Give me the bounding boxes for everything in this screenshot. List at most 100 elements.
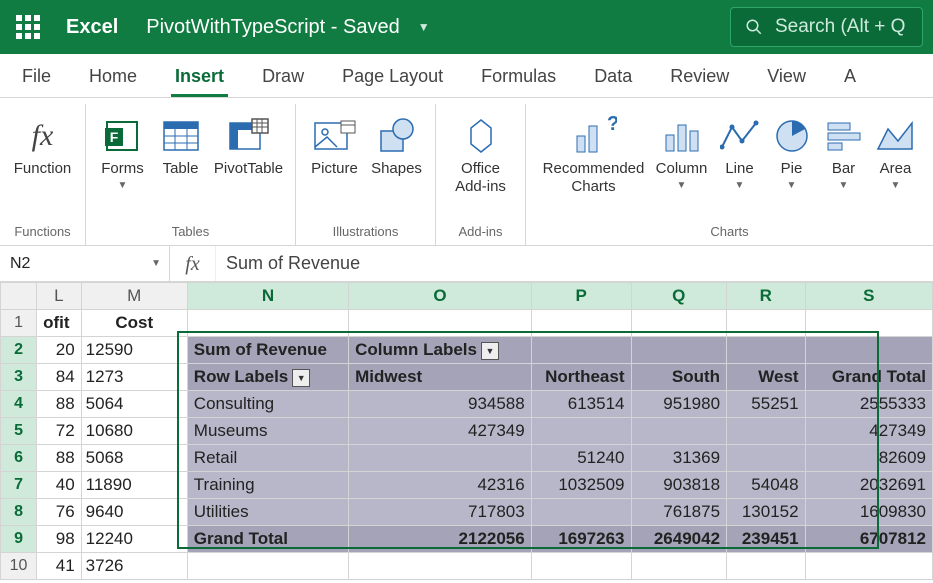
picture-button[interactable]: Picture (305, 110, 365, 180)
row-header[interactable]: 10 (1, 553, 37, 580)
pivot-value[interactable]: 130152 (727, 499, 806, 526)
tab-view[interactable]: View (763, 56, 810, 97)
cell[interactable]: 1273 (81, 364, 187, 391)
pivot-row-label[interactable]: Retail (187, 445, 348, 472)
pivot-row-label[interactable]: Utilities (187, 499, 348, 526)
col-header[interactable]: L (37, 283, 82, 310)
app-launcher-icon[interactable] (10, 9, 46, 45)
row-header[interactable]: 4 (1, 391, 37, 418)
pivot-value[interactable]: 1609830 (805, 499, 932, 526)
pivot-value[interactable]: 427349 (805, 418, 932, 445)
cell[interactable]: 98 (37, 526, 82, 553)
cell[interactable]: 5064 (81, 391, 187, 418)
pivot-col-header[interactable]: South (631, 364, 727, 391)
cell[interactable] (631, 337, 727, 364)
pivot-value[interactable] (349, 445, 532, 472)
col-header[interactable]: Q (631, 283, 727, 310)
cell[interactable] (805, 337, 932, 364)
pivot-value[interactable]: 951980 (631, 391, 727, 418)
pivot-grand-total-value[interactable]: 2122056 (349, 526, 532, 553)
pivot-title-cell[interactable]: Sum of Revenue (187, 337, 348, 364)
cell[interactable] (531, 553, 631, 580)
document-title[interactable]: PivotWithTypeScript - Saved (146, 16, 399, 39)
pivot-value[interactable] (727, 418, 806, 445)
tab-more[interactable]: A (840, 56, 860, 97)
row-header[interactable]: 6 (1, 445, 37, 472)
row-header[interactable]: 2 (1, 337, 37, 364)
cell[interactable]: 5068 (81, 445, 187, 472)
tab-review[interactable]: Review (666, 56, 733, 97)
pivot-value[interactable]: 717803 (349, 499, 532, 526)
col-header[interactable]: M (81, 283, 187, 310)
pivot-col-header[interactable]: West (727, 364, 806, 391)
pivot-value[interactable]: 2555333 (805, 391, 932, 418)
pivot-value[interactable]: 903818 (631, 472, 727, 499)
pivot-value[interactable] (531, 499, 631, 526)
office-addins-button[interactable]: OfficeAdd-ins (441, 110, 521, 198)
cell[interactable]: 88 (37, 391, 82, 418)
row-header[interactable]: 1 (1, 310, 37, 337)
cell[interactable]: 76 (37, 499, 82, 526)
pivot-row-labels-cell[interactable]: Row Labels▼ (187, 364, 348, 391)
tab-insert[interactable]: Insert (171, 56, 228, 97)
shapes-button[interactable]: Shapes (367, 110, 427, 180)
pivot-row-label[interactable]: Consulting (187, 391, 348, 418)
fx-icon[interactable]: fx (170, 246, 216, 281)
pivot-value[interactable]: 934588 (349, 391, 532, 418)
pivot-value[interactable]: 2032691 (805, 472, 932, 499)
cell[interactable]: 12590 (81, 337, 187, 364)
chevron-down-icon[interactable]: ▼ (151, 258, 161, 269)
cell[interactable]: Cost (81, 310, 187, 337)
cell[interactable] (805, 553, 932, 580)
pivot-col-header[interactable]: Northeast (531, 364, 631, 391)
tab-page-layout[interactable]: Page Layout (338, 56, 447, 97)
pivot-value[interactable]: 54048 (727, 472, 806, 499)
pivottable-button[interactable]: PivotTable (209, 110, 289, 180)
row-header[interactable]: 9 (1, 526, 37, 553)
formula-input[interactable] (216, 253, 933, 274)
pivot-row-label[interactable]: Museums (187, 418, 348, 445)
cell[interactable]: 40 (37, 472, 82, 499)
cell[interactable]: 41 (37, 553, 82, 580)
col-header[interactable]: O (349, 283, 532, 310)
cell[interactable] (531, 310, 631, 337)
cell[interactable] (349, 553, 532, 580)
forms-button[interactable]: F Forms ▼ (93, 110, 153, 193)
bar-chart-button[interactable]: Bar ▼ (819, 110, 869, 193)
cell[interactable] (727, 553, 806, 580)
chevron-down-icon[interactable]: ▼ (418, 20, 430, 34)
pivot-grand-total-value[interactable]: 1697263 (531, 526, 631, 553)
pivot-value[interactable]: 55251 (727, 391, 806, 418)
pivot-value[interactable]: 51240 (531, 445, 631, 472)
pivot-value[interactable] (631, 418, 727, 445)
pivot-grand-total-value[interactable]: 6707812 (805, 526, 932, 553)
pivot-col-header[interactable]: Midwest (349, 364, 532, 391)
cell[interactable] (531, 337, 631, 364)
pivot-grand-total-value[interactable]: 2649042 (631, 526, 727, 553)
spreadsheet[interactable]: L M N O P Q R S 1 ofit Cost 2 20 12590 S… (0, 282, 933, 580)
row-header[interactable]: 8 (1, 499, 37, 526)
name-box[interactable]: N2 ▼ (0, 246, 170, 281)
row-header[interactable]: 5 (1, 418, 37, 445)
col-header[interactable]: R (727, 283, 806, 310)
tab-home[interactable]: Home (85, 56, 141, 97)
table-button[interactable]: Table (155, 110, 207, 180)
area-chart-button[interactable]: Area ▼ (871, 110, 921, 193)
cell[interactable] (187, 310, 348, 337)
pivot-value[interactable]: 82609 (805, 445, 932, 472)
line-chart-button[interactable]: Line ▼ (715, 110, 765, 193)
pivot-value[interactable] (531, 418, 631, 445)
function-button[interactable]: fx Function (10, 110, 76, 180)
cell[interactable] (631, 310, 727, 337)
tab-formulas[interactable]: Formulas (477, 56, 560, 97)
dropdown-icon[interactable]: ▼ (481, 342, 499, 360)
cell[interactable] (727, 310, 806, 337)
pivot-grand-total-label[interactable]: Grand Total (187, 526, 348, 553)
cell[interactable]: 72 (37, 418, 82, 445)
pivot-value[interactable]: 427349 (349, 418, 532, 445)
select-all-cell[interactable] (1, 283, 37, 310)
cell[interactable]: 84 (37, 364, 82, 391)
cell[interactable]: ofit (37, 310, 82, 337)
pivot-value[interactable]: 761875 (631, 499, 727, 526)
col-header[interactable]: S (805, 283, 932, 310)
